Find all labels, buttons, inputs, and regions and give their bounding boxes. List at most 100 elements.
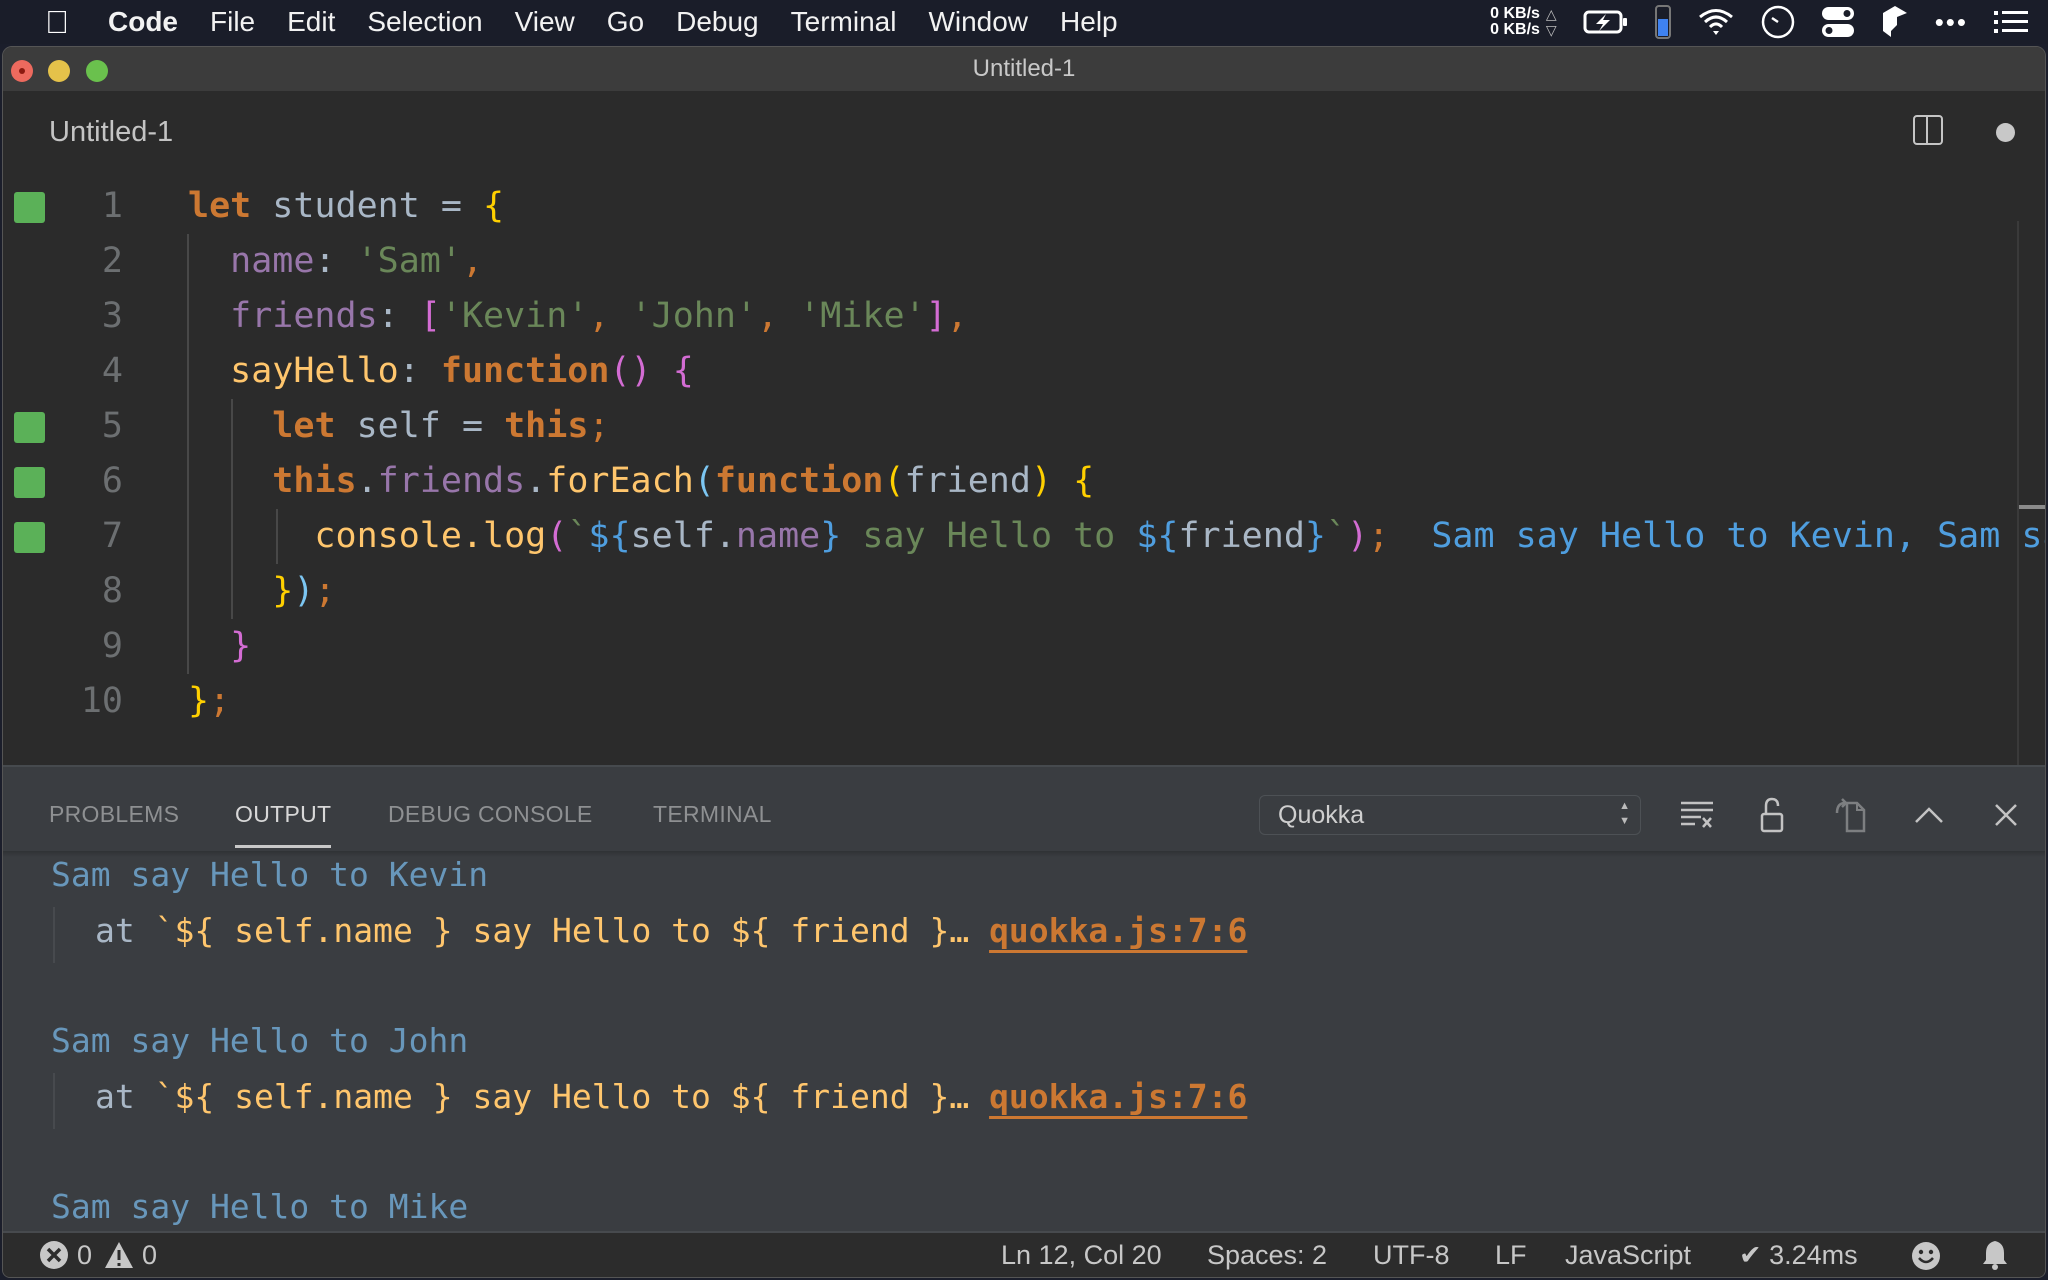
code-line[interactable]: 9 } <box>3 619 2003 674</box>
code-text: sayHello: function() { <box>188 344 694 399</box>
line-number: 8 <box>101 571 123 611</box>
net-download-speed: 0 KB/s <box>1490 21 1540 38</box>
more-icon[interactable]: ••• <box>1935 7 1968 38</box>
menu-go[interactable]: Go <box>607 6 644 38</box>
code-token: ( <box>693 461 715 501</box>
notification-center-icon[interactable] <box>1994 9 2028 35</box>
problems-status[interactable]: 0 0 <box>39 1233 157 1277</box>
code-token: this <box>272 461 357 501</box>
tab-output[interactable]: OUTPUT <box>235 801 332 848</box>
close-panel-icon[interactable] <box>1988 797 2024 833</box>
code-token: let <box>272 406 336 446</box>
code-token: console.log <box>188 516 547 556</box>
code-token: ( <box>883 461 905 501</box>
indentation-setting[interactable]: Spaces: 2 <box>1207 1233 1327 1277</box>
code-token: { <box>1073 461 1095 501</box>
wifi-icon[interactable] <box>1697 7 1735 37</box>
code-line[interactable]: 3 friends: ['Kevin', 'John', 'Mike'], <box>3 289 2003 344</box>
network-speed-indicator[interactable]: 0 KB/s 0 KB/s △ ▽ <box>1490 6 1557 39</box>
code-line[interactable]: 6 this.friends.forEach(function(friend) … <box>3 454 2003 509</box>
code-editor[interactable]: 1 let student = {2 name: 'Sam', 3 friends:… <box>3 167 2045 765</box>
code-text: let self = this; <box>188 399 609 454</box>
feedback-smiley-icon[interactable] <box>1911 1241 1941 1271</box>
output-message: Sam say Hello to Kevin <box>51 855 489 894</box>
source-location-link[interactable]: quokka.js:7:6 <box>989 911 1247 950</box>
tab-problems[interactable]: PROBLEMS <box>49 801 179 828</box>
menu-edit[interactable]: Edit <box>287 6 335 38</box>
clear-output-icon[interactable] <box>1679 797 1715 833</box>
code-text: friends: ['Kevin', 'John', 'Mike'], <box>188 289 968 344</box>
indent-guide <box>276 509 278 564</box>
code-token: : <box>398 351 441 391</box>
tab-terminal[interactable]: TERMINAL <box>653 801 772 828</box>
unlock-scroll-lock-icon[interactable] <box>1756 797 1792 833</box>
error-icon <box>40 1241 68 1269</box>
title-bar: Untitled-1 <box>3 47 2045 91</box>
menu-file[interactable]: File <box>210 6 255 38</box>
encoding-setting[interactable]: UTF-8 <box>1373 1233 1450 1277</box>
code-token: ] <box>925 296 947 336</box>
editor-tab-bar: Untitled-1 <box>3 91 2045 167</box>
coverage-indicator <box>14 467 45 498</box>
toggles-icon[interactable] <box>1821 6 1855 38</box>
code-token: ; <box>209 681 231 721</box>
split-editor-icon[interactable] <box>1913 115 1943 145</box>
coverage-indicator <box>14 522 45 553</box>
menu-help[interactable]: Help <box>1060 6 1118 38</box>
code-token: self <box>630 516 715 556</box>
code-line[interactable]: 10}; <box>3 674 2003 729</box>
code-token: ` <box>1325 516 1348 556</box>
apple-menu-icon[interactable]:  <box>42 4 72 41</box>
code-line[interactable]: 7 console.log(`${self.name} say Hello to… <box>3 509 2045 564</box>
output-trace: at `${ self.name } say Hello to ${ frien… <box>95 911 1247 950</box>
output-channel-select[interactable]: Quokka ▲ ▼ <box>1259 795 1641 835</box>
unsaved-changes-dot-icon[interactable] <box>1996 123 2015 142</box>
menu-selection[interactable]: Selection <box>367 6 482 38</box>
code-token: student <box>251 186 441 226</box>
code-token: this <box>504 406 589 446</box>
line-number: 4 <box>101 351 123 391</box>
source-location-link[interactable]: quokka.js:7:6 <box>989 1077 1247 1116</box>
code-text: }); <box>188 564 336 619</box>
code-line[interactable]: 4 sayHello: function() { <box>3 344 2003 399</box>
clock-icon[interactable] <box>1761 5 1795 39</box>
code-token: [ <box>419 296 441 336</box>
code-line[interactable]: 2 name: 'Sam', <box>3 234 2003 289</box>
editor-scrollbar[interactable] <box>2017 221 2019 765</box>
menu-window[interactable]: Window <box>928 6 1028 38</box>
open-log-file-icon[interactable] <box>1833 797 1869 833</box>
menu-terminal[interactable]: Terminal <box>791 6 897 38</box>
code-token: ; <box>314 571 336 611</box>
extension-app-icon[interactable] <box>1881 5 1909 39</box>
code-text: console.log(`${self.name} say Hello to $… <box>188 509 2045 564</box>
notifications-bell-icon[interactable] <box>1981 1239 2009 1271</box>
code-token: ( <box>546 516 568 556</box>
menu-app-code[interactable]: Code <box>108 6 178 38</box>
battery-level-icon[interactable] <box>1654 5 1671 39</box>
warning-count: 0 <box>142 1240 158 1270</box>
quokka-timing[interactable]: ✔ 3.24ms <box>1739 1233 1858 1277</box>
code-token: , <box>757 296 800 336</box>
line-number: 2 <box>101 241 123 281</box>
code-token: () <box>609 351 652 391</box>
code-line[interactable]: 1 let student = { <box>3 179 2003 234</box>
cursor-position[interactable]: Ln 12, Col 20 <box>1001 1233 1162 1277</box>
language-mode[interactable]: JavaScript <box>1565 1233 1691 1277</box>
output-trace: at `${ self.name } say Hello to ${ frien… <box>95 1077 1247 1116</box>
maximize-panel-chevron-up-icon[interactable] <box>1911 797 1947 833</box>
code-line[interactable]: 8 }); <box>3 564 2003 619</box>
code-text: } <box>188 619 251 674</box>
code-line[interactable]: 5 let self = this; <box>3 399 2003 454</box>
code-token: , <box>461 241 484 281</box>
battery-charging-icon[interactable] <box>1583 9 1629 35</box>
menu-view[interactable]: View <box>515 6 575 38</box>
trace-source: `${ self.name } say Hello to ${ friend }… <box>134 911 990 950</box>
menu-debug[interactable]: Debug <box>676 6 759 38</box>
line-ending-setting[interactable]: LF <box>1495 1233 1527 1277</box>
tab-debug-console[interactable]: DEBUG CONSOLE <box>388 801 593 828</box>
indent-guide <box>187 234 189 674</box>
code-token: } <box>820 516 842 556</box>
editor-tab-untitled-1[interactable]: Untitled-1 <box>49 91 173 173</box>
code-token: = <box>461 406 484 446</box>
